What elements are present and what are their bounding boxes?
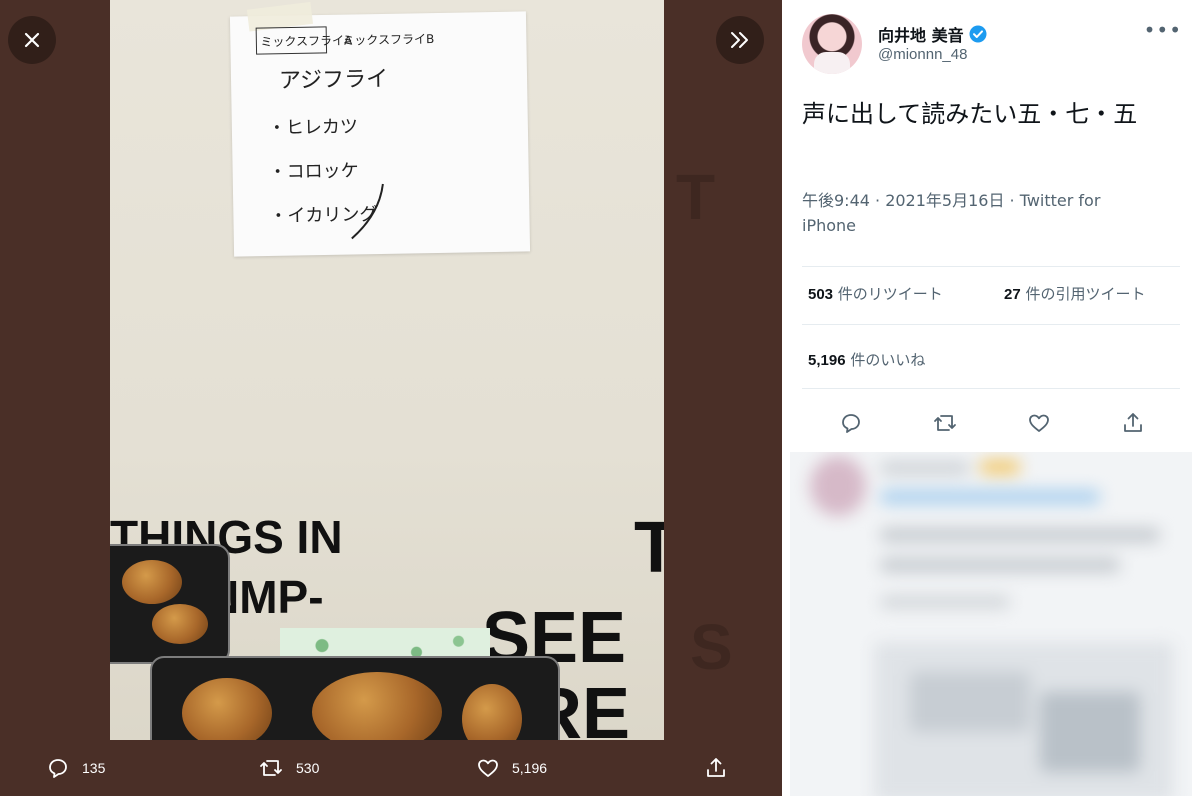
fried-food [122,560,182,604]
display-name: 向井地 美音 [878,26,964,45]
tweet-detail-panel: 向井地 美音 @mionnn_48 ••• 声に出して読みたい五・七・五 午後9… [782,0,1200,796]
like-action[interactable]: 5,196 [476,756,547,780]
note-line: ミックスフライB [342,32,434,48]
reply-count: 135 [82,760,106,776]
share-icon [707,758,725,777]
note-line: ・イカリング [269,204,377,227]
note-line: ミックスフライA [260,33,353,49]
like-button[interactable] [1022,406,1056,440]
handwritten-note: ミックスフライA ミックスフライB アジフライ ・ヒレカツ ・コロッケ ・イカリ… [229,1,531,257]
likes-count: 5,196 [808,352,846,369]
reply-icon [49,759,67,778]
fried-food [462,684,522,740]
background-blur: T [676,161,718,233]
likes-label: 件のいいね [845,351,926,369]
background-blur: S [690,611,735,683]
tweet-actions [782,400,1200,444]
blurred-replies [790,452,1192,796]
fried-food [152,604,208,644]
more-options-icon[interactable]: ••• [1144,18,1182,42]
close-button[interactable] [8,16,56,64]
retweet-button[interactable] [928,406,962,440]
retweets-label: 件のリツイート [833,285,943,303]
retweets-stat[interactable]: 503 件のリツイート [808,283,943,304]
close-icon [24,32,40,48]
reply-icon [842,414,860,433]
divider [802,324,1180,325]
user-handle[interactable]: @mionnn_48 [878,46,967,63]
display-name-row[interactable]: 向井地 美音 [878,22,987,46]
fried-food [182,678,272,740]
retweet-count: 530 [296,760,320,776]
reply-action[interactable]: 135 [46,756,105,780]
share-icon [1124,413,1142,432]
chevrons-right-icon [731,32,748,48]
heart-icon [478,759,498,777]
blurred-content [790,452,1192,796]
note-line: アジフライ [279,67,389,94]
share-button[interactable] [1116,406,1150,440]
heart-icon [1029,414,1049,432]
reply-button[interactable] [834,406,868,440]
divider [802,388,1180,389]
note-line: ・ヒレカツ [268,116,358,139]
tweet-text: 声に出して読みたい五・七・五 [802,100,1138,128]
note-line: ・コロッケ [268,160,358,183]
bento-box [110,544,230,664]
retweet-icon [934,415,956,431]
share-action[interactable] [704,756,728,780]
media-action-bar: 135 530 5,196 [0,744,782,796]
fried-food [312,672,442,740]
verified-badge-icon [969,25,987,43]
retweets-count: 503 [808,286,834,303]
note-handwriting: ミックスフライA ミックスフライB アジフライ ・ヒレカツ ・コロッケ ・イカリ… [255,26,434,240]
quotes-label: 件の引用ツイート [1020,285,1146,303]
expand-panel-button[interactable] [716,16,764,64]
likes-stat[interactable]: 5,196 件のいいね [808,349,925,370]
avatar-figure [814,52,850,74]
avatar[interactable] [802,14,862,74]
bento-box [150,656,560,740]
wall-lettering: T [634,508,664,588]
divider [802,266,1180,267]
like-count: 5,196 [512,760,548,776]
quotes-stat[interactable]: 27 件の引用ツイート [1004,283,1145,304]
retweet-action[interactable]: 530 [258,756,319,780]
tweet-timestamp[interactable]: 午後9:44 · 2021年5月16日 · Twitter for iPhone [802,188,1142,238]
retweet-icon [260,760,282,776]
media-viewer: T S ミックスフライA ミックスフライB アジフライ ・ヒレカツ ・コロッケ … [0,0,782,796]
quotes-count: 27 [1004,286,1021,303]
tweet-photo: ミックスフライA ミックスフライB アジフライ ・ヒレカツ ・コロッケ ・イカリ… [110,0,664,740]
